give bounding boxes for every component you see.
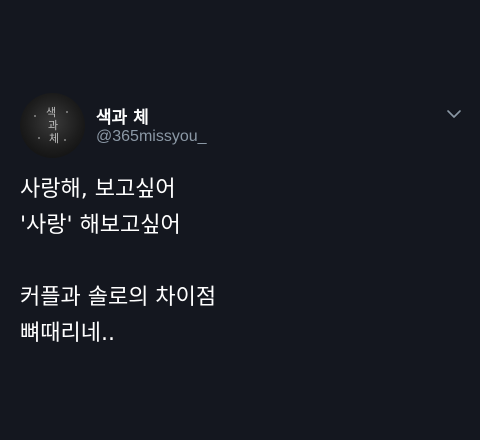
chevron-down-icon — [447, 110, 461, 118]
user-handle[interactable]: @365missyou_ — [96, 128, 207, 146]
avatar-decoration — [38, 137, 40, 139]
display-name[interactable]: 색과 체 — [96, 103, 149, 128]
avatar-glyph: 과 — [48, 119, 59, 132]
avatar-glyph: 색 — [46, 106, 57, 119]
avatar-decoration — [64, 139, 66, 141]
avatar[interactable]: 색 과 체 — [20, 93, 85, 158]
tweet-card: 색 과 체 색과 체 @365missyou_ 사랑해, 보고싶어 '사랑' 해… — [0, 0, 480, 440]
tweet-text: 사랑해, 보고싶어 '사랑' 해보고싶어 커플과 솔로의 차이점 뼈때리네.. — [20, 177, 217, 346]
avatar-decoration — [34, 115, 36, 117]
avatar-glyph: 체 — [49, 132, 60, 145]
avatar-decoration — [66, 111, 68, 113]
more-options-button[interactable] — [444, 104, 464, 124]
